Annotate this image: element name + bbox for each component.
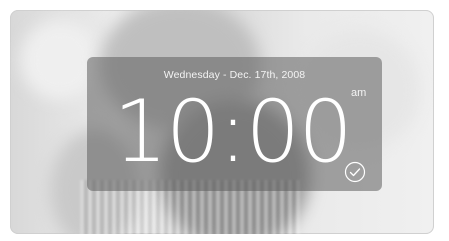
background-photo: Wednesday - Dec. 17th, 2008 10:00 am bbox=[10, 10, 434, 234]
am-pm-label: am bbox=[351, 87, 367, 99]
screen-frame: Wednesday - Dec. 17th, 2008 10:00 am bbox=[0, 0, 449, 241]
time-display[interactable]: 10:00 bbox=[107, 77, 357, 187]
check-circle-icon[interactable] bbox=[344, 161, 366, 183]
clock-panel: Wednesday - Dec. 17th, 2008 10:00 am bbox=[87, 57, 382, 191]
